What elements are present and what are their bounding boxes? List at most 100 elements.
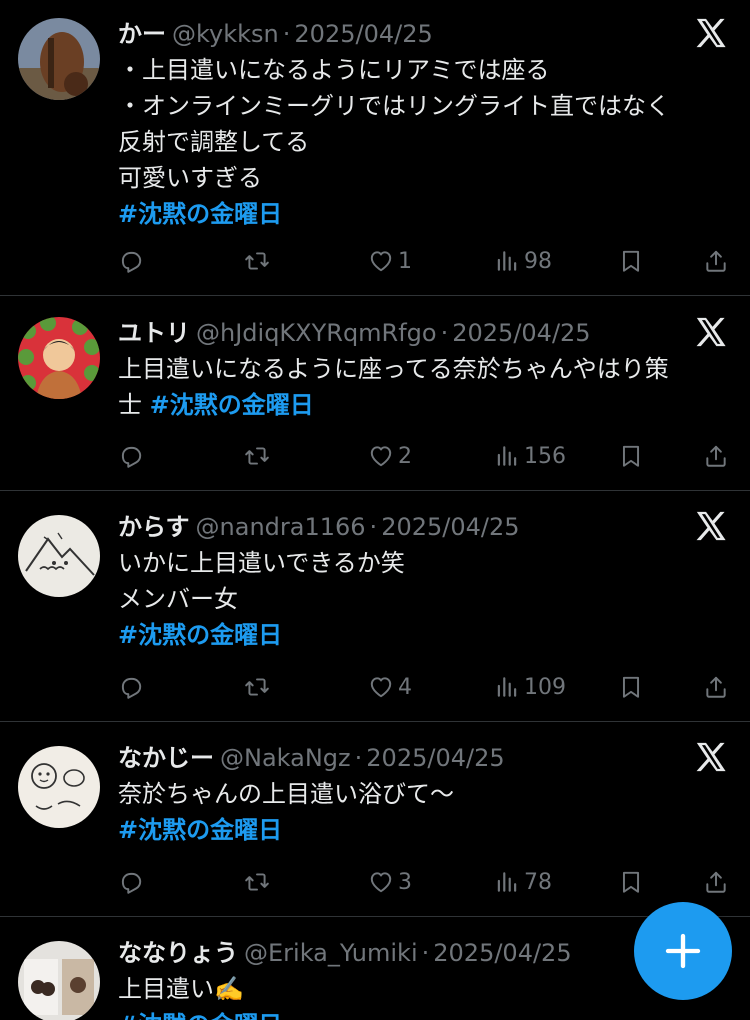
views-button[interactable]: 98 bbox=[494, 243, 552, 279]
tweet[interactable]: ユトリ @hJdiqKXYRqmRfgo · 2025/04/25 上目遣いになるよう… bbox=[0, 313, 750, 488]
share-button[interactable] bbox=[703, 438, 733, 474]
text-line: 反射で調整してる bbox=[118, 128, 310, 156]
compose-button[interactable] bbox=[634, 902, 732, 1000]
heart-icon bbox=[368, 443, 394, 469]
tweet[interactable]: かー @kykksn · 2025/04/25 ・上目遣いになるようにリアミでは座る … bbox=[0, 14, 750, 294]
display-name[interactable]: からす bbox=[118, 513, 190, 541]
timestamp[interactable]: 2025/04/25 bbox=[294, 20, 432, 48]
reply-button[interactable] bbox=[118, 438, 148, 474]
share-icon bbox=[703, 248, 729, 274]
tweet[interactable]: なかじー @NakaNgz · 2025/04/25 奈於ちゃんの上目遣い浴びて〜 #… bbox=[0, 738, 750, 913]
timestamp[interactable]: 2025/04/25 bbox=[366, 744, 504, 772]
bookmark-button[interactable] bbox=[618, 864, 648, 900]
bookmark-icon bbox=[618, 869, 644, 895]
views-button[interactable]: 156 bbox=[494, 438, 566, 474]
view-count: 98 bbox=[524, 248, 552, 274]
share-icon bbox=[703, 869, 729, 895]
reply-icon bbox=[118, 674, 144, 700]
view-count: 156 bbox=[524, 443, 566, 469]
timestamp[interactable]: 2025/04/25 bbox=[433, 939, 571, 967]
retweet-button[interactable] bbox=[244, 438, 274, 474]
views-icon bbox=[494, 248, 520, 274]
hashtag-link[interactable]: #沈黙の金曜日 bbox=[118, 200, 282, 228]
text-line: 上目遣いになるように座ってる奈於ちゃんやはり策 bbox=[118, 355, 669, 383]
heart-icon bbox=[368, 674, 394, 700]
display-name[interactable]: ユトリ bbox=[118, 319, 190, 347]
tweet-text: 奈於ちゃんの上目遣い浴びて〜 #沈黙の金曜日 bbox=[118, 776, 728, 848]
x-logo-icon bbox=[694, 315, 728, 349]
reply-icon bbox=[118, 869, 144, 895]
display-name[interactable]: なかじー bbox=[118, 744, 214, 772]
separator: · bbox=[282, 20, 291, 48]
retweet-button[interactable] bbox=[244, 669, 274, 705]
views-button[interactable]: 78 bbox=[494, 864, 552, 900]
tweet[interactable]: からす @nandra1166 · 2025/04/25 いかに上目遣いできるか笑 メ… bbox=[0, 507, 750, 717]
divider bbox=[0, 721, 750, 722]
share-button[interactable] bbox=[703, 864, 733, 900]
action-bar: 4 109 bbox=[0, 669, 750, 705]
reply-button[interactable] bbox=[118, 669, 148, 705]
tweet-text: 上目遣い✍️ #沈黙の金曜日 bbox=[118, 971, 728, 1020]
hashtag-link[interactable]: #沈黙の金曜日 bbox=[118, 816, 282, 844]
like-button[interactable]: 2 bbox=[368, 438, 412, 474]
text-line: いかに上目遣いできるか笑 bbox=[118, 549, 405, 577]
plus-icon bbox=[665, 933, 701, 969]
hashtag-link[interactable]: #沈黙の金曜日 bbox=[150, 391, 314, 419]
separator: · bbox=[369, 513, 378, 541]
display-name[interactable]: かー bbox=[118, 20, 166, 48]
user-handle[interactable]: @hJdiqKXYRqmRfgo bbox=[196, 319, 437, 347]
timestamp[interactable]: 2025/04/25 bbox=[381, 513, 519, 541]
view-count: 109 bbox=[524, 674, 566, 700]
reply-button[interactable] bbox=[118, 243, 148, 279]
avatar[interactable] bbox=[18, 515, 100, 597]
share-icon bbox=[703, 674, 729, 700]
tweet-header: かー @kykksn · 2025/04/25 bbox=[118, 14, 433, 54]
like-count: 4 bbox=[398, 674, 412, 700]
avatar[interactable] bbox=[18, 941, 100, 1020]
like-button[interactable]: 3 bbox=[368, 864, 412, 900]
avatar[interactable] bbox=[18, 18, 100, 100]
bookmark-button[interactable] bbox=[618, 243, 648, 279]
retweet-button[interactable] bbox=[244, 864, 274, 900]
tweet-text: ・上目遣いになるようにリアミでは座る ・オンラインミーグリではリングライト直では… bbox=[118, 52, 728, 232]
like-button[interactable]: 4 bbox=[368, 669, 412, 705]
timestamp[interactable]: 2025/04/25 bbox=[452, 319, 590, 347]
tweet-header: ななりょう @Erika_Yumiki · 2025/04/25 bbox=[118, 933, 572, 973]
action-bar: 2 156 bbox=[0, 438, 750, 474]
hashtag-link[interactable]: #沈黙の金曜日 bbox=[118, 621, 282, 649]
reply-button[interactable] bbox=[118, 864, 148, 900]
user-handle[interactable]: @NakaNgz bbox=[220, 744, 351, 772]
bookmark-icon bbox=[618, 248, 644, 274]
user-handle[interactable]: @Erika_Yumiki bbox=[244, 939, 418, 967]
avatar[interactable] bbox=[18, 746, 100, 828]
divider bbox=[0, 490, 750, 491]
divider bbox=[0, 916, 750, 917]
divider bbox=[0, 295, 750, 296]
user-handle[interactable]: @nandra1166 bbox=[196, 513, 366, 541]
tweet-header: ユトリ @hJdiqKXYRqmRfgo · 2025/04/25 bbox=[118, 313, 591, 353]
user-handle[interactable]: @kykksn bbox=[172, 20, 279, 48]
views-icon bbox=[494, 869, 520, 895]
retweet-icon bbox=[244, 869, 270, 895]
bookmark-icon bbox=[618, 674, 644, 700]
hashtag-link[interactable]: #沈黙の金曜日 bbox=[118, 1011, 282, 1020]
separator: · bbox=[421, 939, 430, 967]
like-button[interactable]: 1 bbox=[368, 243, 412, 279]
views-icon bbox=[494, 674, 520, 700]
share-button[interactable] bbox=[703, 243, 733, 279]
share-button[interactable] bbox=[703, 669, 733, 705]
like-count: 3 bbox=[398, 869, 412, 895]
views-button[interactable]: 109 bbox=[494, 669, 566, 705]
text-line: 上目遣い✍️ bbox=[118, 975, 244, 1003]
views-icon bbox=[494, 443, 520, 469]
x-logo-icon bbox=[694, 509, 728, 543]
display-name[interactable]: ななりょう bbox=[118, 939, 238, 967]
avatar[interactable] bbox=[18, 317, 100, 399]
like-count: 1 bbox=[398, 248, 412, 274]
bookmark-button[interactable] bbox=[618, 669, 648, 705]
heart-icon bbox=[368, 869, 394, 895]
bookmark-button[interactable] bbox=[618, 438, 648, 474]
retweet-button[interactable] bbox=[244, 243, 274, 279]
x-logo-icon bbox=[694, 16, 728, 50]
separator: · bbox=[354, 744, 363, 772]
